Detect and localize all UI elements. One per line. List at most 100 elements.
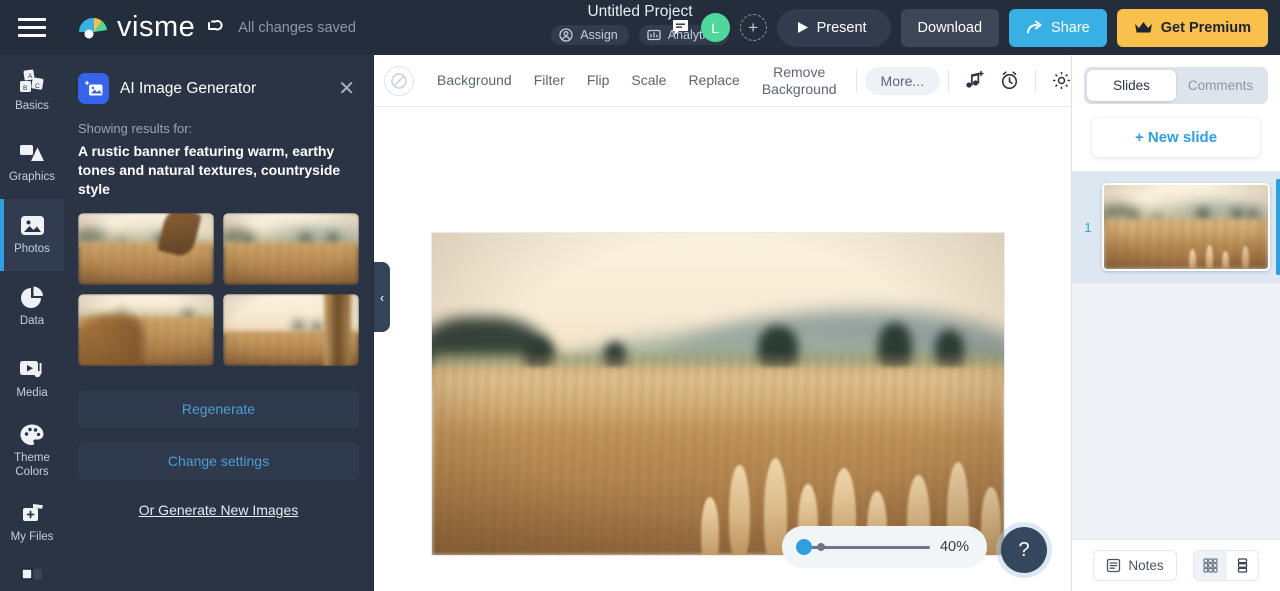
results-grid: [64, 199, 373, 366]
sidebar-item-label: Data: [19, 315, 45, 328]
add-user-plus-icon[interactable]: +: [739, 14, 767, 41]
media-video-icon: [20, 361, 42, 378]
assign-person-icon: [559, 28, 573, 42]
close-icon[interactable]: ✕: [334, 77, 359, 101]
toolbar-divider: [1035, 68, 1037, 93]
view-toggle-group: [1192, 550, 1259, 581]
notes-button[interactable]: Notes: [1093, 550, 1177, 581]
wheat-field-result-3[interactable]: [78, 293, 214, 366]
slide-canvas-image[interactable]: [432, 233, 1004, 555]
toolbar-replace[interactable]: Replace: [677, 72, 750, 88]
panel-header: AI Image Generator ✕: [64, 55, 373, 104]
toolbar-filter[interactable]: Filter: [523, 72, 576, 88]
sidebar-item-label: Graphics: [8, 171, 56, 184]
generate-new-images-link[interactable]: Or Generate New Images: [64, 502, 373, 518]
save-status: All changes saved: [238, 19, 356, 36]
zoom-slider-handle[interactable]: [796, 539, 812, 555]
sidebar-item-photos[interactable]: Photos: [0, 199, 64, 271]
sidebar-item-media[interactable]: Media: [0, 343, 64, 415]
premium-label: Get Premium: [1160, 19, 1251, 36]
panel-tabs: Slides Comments: [1084, 67, 1268, 104]
change-settings-button[interactable]: Change settings: [78, 441, 359, 480]
toolbar-flip[interactable]: Flip: [576, 72, 621, 88]
sidebar-item-label: My Files: [10, 530, 54, 543]
sidebar-item-basics[interactable]: A B C Basics: [0, 55, 64, 127]
sidebar-item-label: Basics: [15, 99, 49, 112]
wheat-field-result-4[interactable]: [223, 293, 359, 366]
my-files-folder-icon: [22, 503, 43, 521]
regenerate-button[interactable]: Regenerate: [78, 389, 359, 428]
avatar[interactable]: L: [700, 13, 730, 42]
ai-image-generator-panel: AI Image Generator ✕ Showing results for…: [64, 55, 374, 591]
chevron-left-icon: ‹: [379, 289, 385, 305]
graphics-shapes-icon: [20, 145, 44, 162]
comment-icon[interactable]: [670, 17, 691, 38]
sidebar-item-partial[interactable]: [0, 559, 64, 581]
list-view-icon[interactable]: [1227, 551, 1258, 580]
visme-mark-icon: [78, 15, 108, 41]
panel-collapse-toggle[interactable]: ‹: [374, 262, 390, 332]
zoom-slider[interactable]: [796, 539, 930, 555]
zoom-control[interactable]: 40%: [782, 526, 987, 568]
undo-icon[interactable]: [203, 17, 225, 39]
toolbar-more-button[interactable]: More...: [864, 66, 941, 95]
toolbar-scale[interactable]: Scale: [620, 72, 677, 88]
hamburger-menu-icon[interactable]: [0, 0, 64, 55]
toolbar-divider: [855, 68, 857, 93]
canvas-area: Background Filter Flip Scale Replace Rem…: [374, 55, 1107, 591]
slide-list: 1: [1072, 171, 1280, 539]
notes-label: Notes: [1128, 558, 1164, 573]
toolbar-remove-background[interactable]: Remove Background: [751, 64, 848, 96]
download-button[interactable]: Download: [900, 8, 1000, 47]
toolbar-divider: [948, 68, 950, 93]
ai-image-generator-icon: [78, 73, 109, 104]
slides-panel-top: Slides Comments + New slide: [1072, 55, 1280, 171]
sidebar-item-label: Media: [16, 387, 48, 400]
assign-button[interactable]: Assign: [551, 25, 629, 45]
wheat-field-result-2[interactable]: [223, 212, 359, 285]
tab-comments[interactable]: Comments: [1176, 70, 1265, 101]
panel-title: AI Image Generator: [120, 79, 257, 97]
sidebar-item-graphics[interactable]: Graphics: [0, 127, 64, 199]
grid-view-icon[interactable]: [1193, 551, 1227, 580]
wheat-field-result-1[interactable]: [78, 212, 214, 285]
download-label: Download: [917, 19, 983, 36]
left-sidebar: A B C Basics Graphics Photos Data Media …: [0, 55, 64, 591]
share-label: Share: [1051, 19, 1090, 36]
slides-panel: Slides Comments + New slide 1 Notes: [1071, 55, 1280, 591]
toolbar-background[interactable]: Background: [426, 72, 523, 88]
new-slide-button[interactable]: + New slide: [1092, 118, 1260, 157]
data-piechart-icon: [21, 286, 43, 309]
present-button[interactable]: Present: [776, 8, 891, 47]
object-toolbar: Background Filter Flip Scale Replace Rem…: [374, 55, 1107, 107]
showing-results-label: Showing results for:: [78, 121, 193, 136]
analytics-chart-icon: [647, 29, 661, 41]
slide-stage: 40% ?: [374, 107, 1071, 591]
list-item[interactable]: 1: [1072, 171, 1280, 283]
play-icon: [797, 22, 808, 33]
add-audio-icon[interactable]: [957, 70, 992, 91]
share-arrow-icon: [1027, 20, 1042, 34]
assign-label: Assign: [580, 28, 618, 42]
get-premium-button[interactable]: Get Premium: [1116, 8, 1268, 47]
help-button[interactable]: ?: [1001, 527, 1047, 573]
theme-palette-icon: [20, 424, 44, 446]
sidebar-item-my-files[interactable]: My Files: [0, 487, 64, 559]
tab-slides[interactable]: Slides: [1087, 70, 1176, 101]
svg-text:B: B: [23, 85, 27, 92]
slide-thumbnail-1[interactable]: [1102, 183, 1270, 271]
sidebar-item-theme-colors[interactable]: Theme Colors: [0, 415, 64, 487]
visme-editor: visme All changes saved Untitled Project…: [0, 0, 1280, 591]
sidebar-item-data[interactable]: Data: [0, 271, 64, 343]
timer-alarm-icon[interactable]: [992, 70, 1027, 91]
regenerate-label: Regenerate: [181, 400, 256, 417]
no-fill-icon[interactable]: [384, 65, 414, 96]
sidebar-item-label: Photos: [14, 243, 50, 256]
share-button[interactable]: Share: [1009, 8, 1107, 47]
crown-icon: [1134, 22, 1152, 33]
notes-icon: [1107, 558, 1121, 573]
top-header: visme All changes saved Untitled Project…: [0, 0, 1280, 55]
brand-logo-group[interactable]: visme: [78, 13, 195, 42]
change-settings-label: Change settings: [167, 452, 270, 469]
header-actions: L + Present Download Share Get Premium: [670, 0, 1280, 55]
